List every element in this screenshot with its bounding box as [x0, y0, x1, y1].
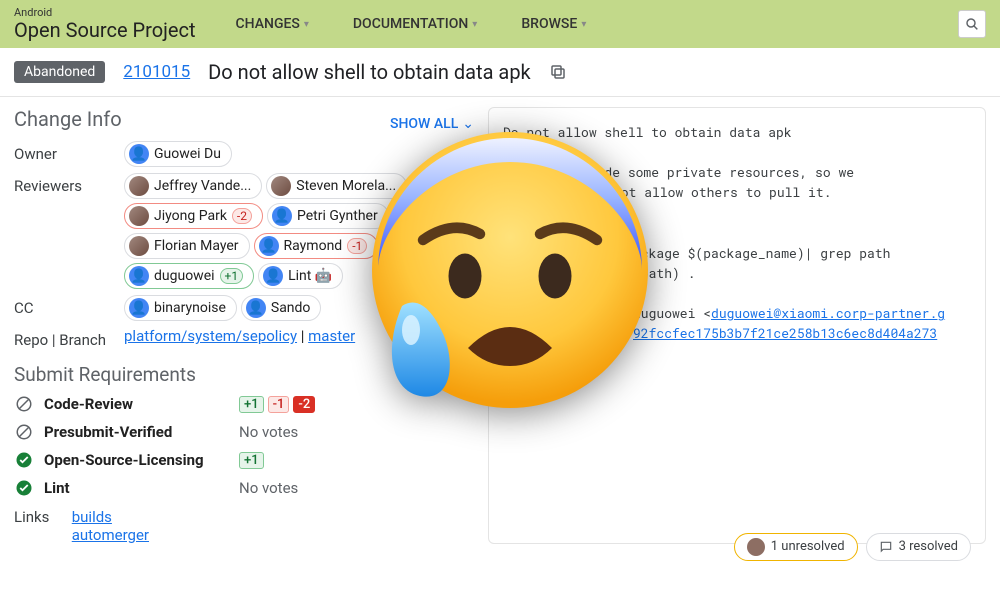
comment-icon [879, 540, 893, 554]
vote-box: +1 [239, 396, 264, 413]
owner-chip[interactable]: 👤Guowei Du [124, 141, 232, 167]
chevron-down-icon: ▾ [304, 19, 309, 30]
change-number-link[interactable]: 2101015 [123, 62, 190, 82]
links-label: Links [14, 508, 68, 526]
nav-changes[interactable]: CHANGES▾ [236, 16, 309, 32]
search-icon [964, 16, 980, 32]
person-icon: 👤 [263, 266, 283, 286]
person-icon [271, 176, 291, 196]
requirement-name: Presubmit-Verified [44, 423, 229, 441]
avatar-icon [747, 538, 765, 556]
chevron-down-icon: ⌄ [462, 116, 474, 132]
unresolved-comments-pill[interactable]: 1 unresolved [734, 533, 858, 561]
reviewer-chip[interactable]: Jiyong Park-2 [124, 203, 263, 229]
copy-icon[interactable] [549, 63, 567, 81]
resolved-comments-pill[interactable]: 3 resolved [866, 533, 971, 561]
person-icon: 👤 [129, 266, 149, 286]
show-all-button[interactable]: SHOW ALL⌄ [390, 116, 474, 132]
vote-badge: -2 [232, 208, 252, 224]
requirement-name: Code-Review [44, 395, 229, 413]
person-icon [129, 176, 149, 196]
commit-message-panel: Do not allow shell to obtain data apk Ap… [488, 107, 986, 544]
check-circle-icon [14, 450, 34, 470]
link-builds[interactable]: builds [72, 508, 149, 526]
reviewer-chip[interactable]: 👤Lint 🤖 [258, 263, 343, 289]
reviewer-chip[interactable]: Florian Mayer [124, 233, 250, 259]
site-logo[interactable]: Android Open Source Project [14, 7, 196, 41]
reviewer-chip[interactable]: Jeffrey Vande... [124, 173, 262, 199]
person-icon: 👤 [272, 206, 292, 226]
reviewers-label: Reviewers [14, 173, 124, 289]
person-icon: 👤 [129, 144, 149, 164]
vote-box: +1 [239, 452, 264, 469]
cc-chip[interactable]: 👤binarynoise [124, 295, 237, 321]
author-email-link[interactable]: duguowei@xiaomi.corp-partner.g [711, 304, 945, 322]
person-icon [129, 236, 149, 256]
nav-browse[interactable]: BROWSE▾ [521, 16, 586, 32]
logo-title: Open Source Project [14, 19, 196, 41]
submit-requirement-row: Lint No votes [14, 478, 474, 498]
reviewer-chip[interactable]: Steven Morela... [266, 173, 407, 199]
submit-requirement-row: Presubmit-Verified No votes [14, 422, 474, 442]
change-info-panel: Change Info SHOW ALL⌄ Owner 👤Guowei Du R… [14, 107, 474, 544]
signed-off-line: duguowei < [633, 304, 711, 322]
submit-requirements-heading: Submit Requirements [14, 363, 474, 386]
submit-requirement-row: Open-Source-Licensing +1 [14, 450, 474, 470]
commit-msg-line: Apk may include some private resources, … [503, 162, 971, 182]
check-circle-icon [14, 478, 34, 498]
reviewer-chip[interactable]: 👤Petri Gynther [267, 203, 389, 229]
block-icon [14, 394, 34, 414]
chevron-down-icon: ▾ [472, 19, 477, 30]
change-info-heading: Change Info [14, 107, 122, 131]
repo-link[interactable]: platform/system/sepolicy [124, 327, 297, 345]
person-icon [129, 206, 149, 226]
change-header: Abandoned 2101015 Do not allow shell to … [0, 48, 1000, 97]
vote-badge: -1 [347, 238, 367, 254]
no-votes-text: No votes [239, 423, 298, 441]
top-nav: CHANGES▾ DOCUMENTATION▾ BROWSE▾ [236, 16, 587, 32]
reviewer-chip[interactable]: 👤Raymond-1 [254, 233, 379, 259]
person-icon: 👤 [129, 298, 149, 318]
block-icon [14, 422, 34, 442]
commit-hash-link[interactable]: 92fccfec175b3b7f21ce258b13c6ec8d404a273 [633, 324, 937, 342]
status-badge: Abandoned [14, 61, 105, 83]
person-icon: 👤 [246, 298, 266, 318]
vote-badge: +1 [220, 268, 244, 284]
search-button[interactable] [958, 10, 986, 38]
reviewer-chip[interactable]: 👤duguowei+1 [124, 263, 254, 289]
change-title: Do not allow shell to obtain data apk [208, 60, 531, 84]
person-icon: 👤 [259, 236, 279, 256]
requirement-name: Open-Source-Licensing [44, 451, 229, 469]
requirement-name: Lint [44, 479, 229, 497]
cc-chip[interactable]: 👤Sando [241, 295, 322, 321]
no-votes-text: No votes [239, 479, 298, 497]
commit-msg-line: ackage $(package_name)| grep path [503, 243, 971, 263]
commit-msg-line: not allow others to pull it. [503, 182, 971, 202]
cc-label: CC [14, 295, 124, 321]
top-bar: Android Open Source Project CHANGES▾ DOC… [0, 0, 1000, 48]
repo-branch-label: Repo | Branch [14, 327, 124, 349]
commit-msg-line: Do not allow shell to obtain data apk [503, 122, 971, 142]
link-automerger[interactable]: automerger [72, 526, 149, 544]
vote-box: -1 [268, 396, 290, 413]
nav-documentation[interactable]: DOCUMENTATION▾ [353, 16, 477, 32]
submit-requirement-row: Code-Review +1-1-2 [14, 394, 474, 414]
vote-box: -2 [293, 396, 315, 413]
branch-link[interactable]: master [308, 327, 355, 345]
owner-label: Owner [14, 141, 124, 167]
chevron-down-icon: ▾ [581, 19, 586, 30]
commit-msg-line: (path) . [503, 263, 971, 283]
